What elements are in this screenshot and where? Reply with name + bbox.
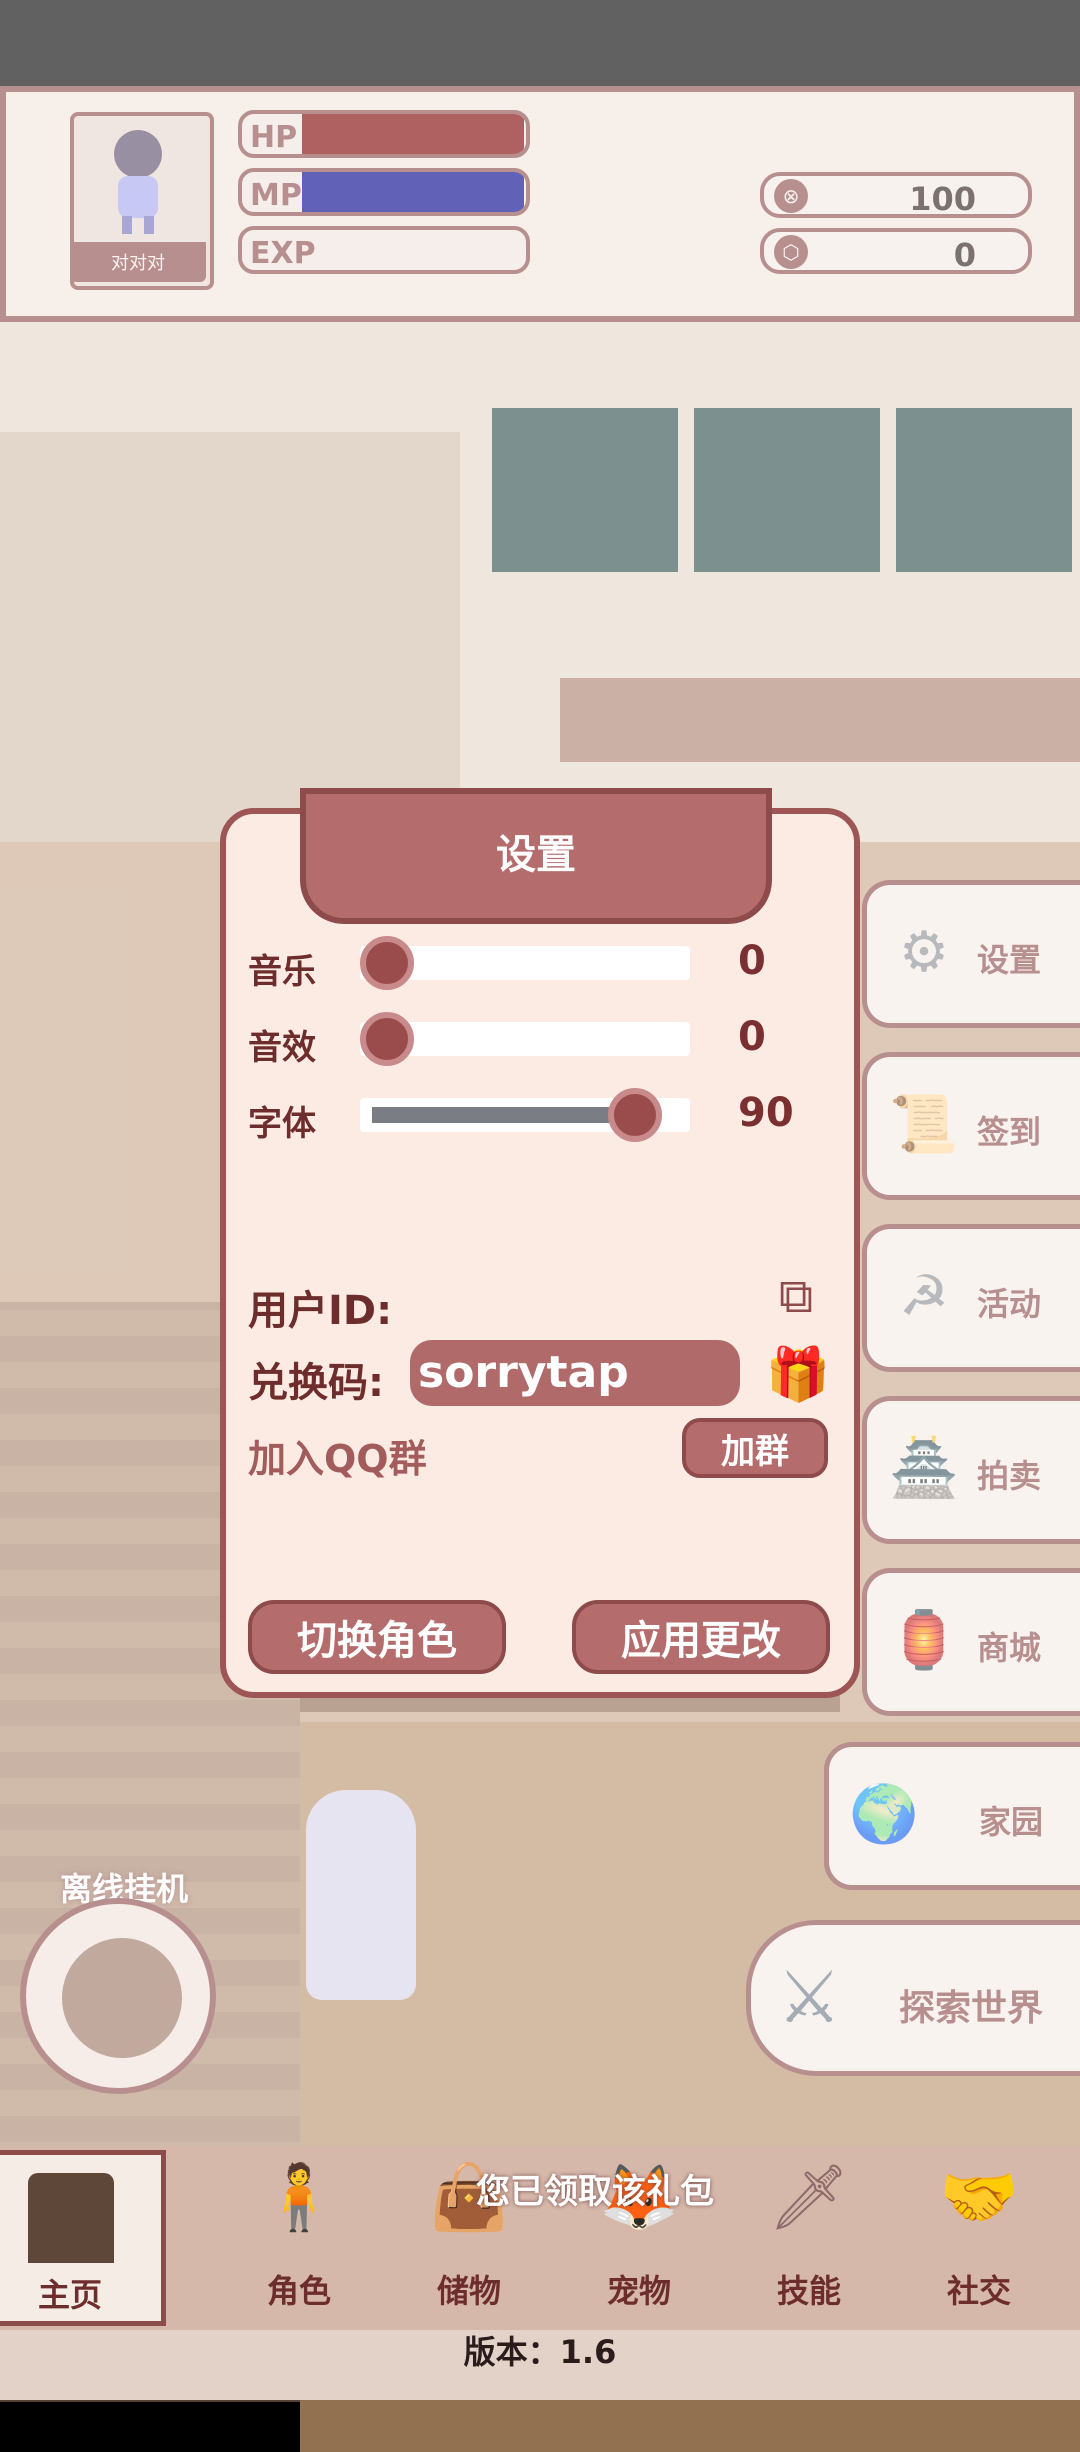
music-slider[interactable] (360, 936, 690, 990)
join-group-button[interactable]: 加群 (682, 1418, 828, 1478)
nav-label-storage: 储物 (436, 2272, 501, 2310)
nav-tab-character[interactable]: 🧍 角色 (216, 2150, 382, 2326)
music-label: 音乐 (248, 952, 316, 992)
qq-group-label: 加入QQ群 (248, 1437, 427, 1481)
dialog-title-bar: 设置 (300, 788, 772, 924)
character-icon: 🧍 (259, 2161, 339, 2235)
gift-icon[interactable]: 🎁 (766, 1342, 831, 1406)
social-icon: 🤝 (939, 2161, 1019, 2235)
nav-tab-social[interactable]: 🤝 社交 (896, 2150, 1062, 2326)
sfx-label: 音效 (248, 1028, 316, 1068)
nav-label-social: 社交 (946, 2272, 1011, 2310)
sfx-value: 0 (738, 1014, 766, 1060)
version-label: 版本：1.6 (0, 2330, 1080, 2400)
copy-icon[interactable]: ⧉ (766, 1266, 826, 1326)
sfx-slider-handle[interactable] (360, 1012, 414, 1066)
dialog-title: 设置 (496, 832, 576, 878)
music-value: 0 (738, 938, 766, 984)
font-value: 90 (738, 1090, 794, 1136)
font-slider[interactable] (360, 1088, 690, 1142)
font-label: 字体 (248, 1104, 316, 1144)
nav-label-pet: 宠物 (606, 2272, 671, 2310)
apply-changes-button[interactable]: 应用更改 (572, 1600, 830, 1674)
switch-role-button[interactable]: 切换角色 (248, 1600, 506, 1674)
redeem-code-input[interactable]: sorrytap (410, 1340, 740, 1406)
nav-label-home: 主页 (37, 2276, 102, 2314)
user-id-label: 用户ID: (248, 1288, 393, 1334)
home-gate-icon (28, 2173, 114, 2263)
nav-label-character: 角色 (266, 2272, 331, 2310)
sfx-slider[interactable] (360, 1012, 690, 1066)
redeem-code-label: 兑换码: (248, 1360, 384, 1406)
nav-label-skill: 技能 (776, 2272, 841, 2310)
font-slider-fill (372, 1107, 621, 1123)
toast-message: 您已领取该礼包 (476, 2172, 714, 2212)
font-slider-handle[interactable] (608, 1088, 663, 1142)
music-slider-handle[interactable] (360, 936, 414, 990)
game-screen: 对对对 HP MP EXP ⊗ 100 ⬡ 0 离线挂机 ⚙ 设置 📜 签到 ☭… (0, 0, 1080, 2452)
